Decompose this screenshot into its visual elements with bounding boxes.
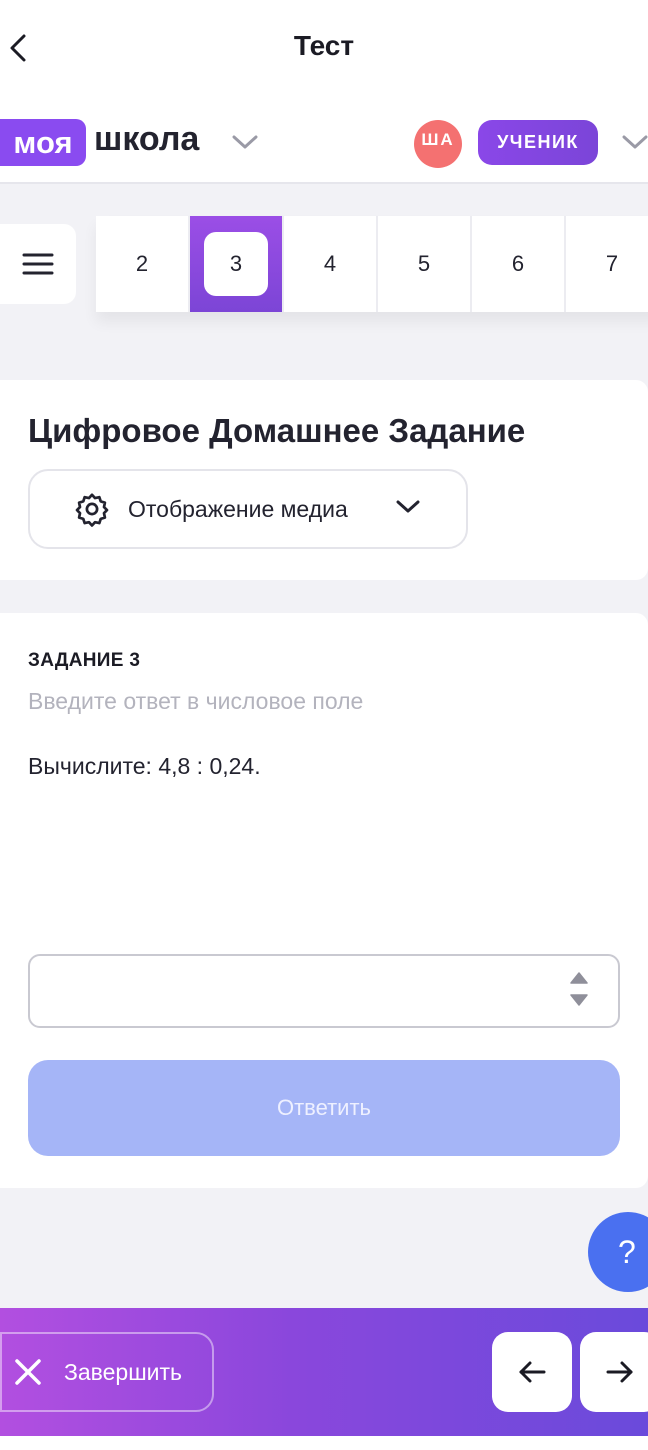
tab-label: 5 — [417, 251, 431, 276]
arrow-right-icon — [606, 1361, 633, 1383]
task-hint: Введите ответ в числовое поле — [28, 688, 364, 714]
brand-bar: моя школа ША УЧЕНИК — [0, 98, 648, 184]
tab-label: 6 — [511, 251, 525, 276]
tab-question-2[interactable]: 2 — [96, 216, 190, 312]
task-card: ЗАДАНИЕ 3 Введите ответ в числовое поле … — [0, 613, 648, 1188]
help-button[interactable]: ? — [588, 1212, 648, 1292]
tab-question-5[interactable]: 5 — [378, 216, 472, 312]
role-badge[interactable]: УЧЕНИК — [478, 120, 598, 165]
role-dropdown-toggle[interactable] — [622, 134, 648, 155]
tab-label: 7 — [605, 251, 619, 276]
gear-icon — [74, 491, 110, 527]
close-icon — [12, 1356, 44, 1388]
homework-card: Цифровое Домашнее Задание Отображение ме… — [0, 380, 648, 580]
tab-question-4[interactable]: 4 — [284, 216, 378, 312]
answer-input[interactable] — [30, 956, 618, 1026]
logo-shkola: школа — [94, 120, 200, 158]
tab-question-7[interactable]: 7 — [566, 216, 648, 312]
tab-label: 2 — [135, 251, 149, 276]
media-display-label: Отображение медиа — [128, 495, 348, 522]
task-question: Вычислите: 4,8 : 0,24. — [28, 753, 261, 779]
help-label: ? — [618, 1233, 636, 1270]
top-bar: Тест — [0, 0, 648, 98]
submit-answer-button[interactable]: Ответить — [28, 1060, 620, 1156]
chevron-down-icon — [232, 135, 258, 149]
arrow-left-icon — [519, 1361, 546, 1383]
page-title: Тест — [293, 30, 355, 61]
logo-moya: моя — [0, 119, 86, 166]
school-dropdown-toggle[interactable] — [232, 134, 258, 155]
homework-title: Цифровое Домашнее Задание — [28, 412, 526, 449]
finish-button[interactable]: Завершить — [0, 1332, 214, 1412]
tab-label: 4 — [323, 251, 337, 276]
task-label: ЗАДАНИЕ 3 — [28, 650, 141, 671]
triangle-up-icon[interactable] — [570, 972, 588, 984]
triangle-down-icon[interactable] — [570, 994, 588, 1006]
answer-field[interactable] — [28, 954, 620, 1028]
chevron-down-icon — [622, 135, 648, 149]
question-tabs: 2 3 4 5 6 7 — [96, 216, 648, 312]
avatar[interactable]: ША — [414, 120, 462, 168]
previous-question-button[interactable] — [492, 1332, 572, 1412]
bottom-bar: Завершить — [0, 1308, 648, 1436]
tab-label: 3 — [229, 251, 243, 276]
number-stepper[interactable] — [570, 972, 588, 1006]
home-indicator-area — [0, 1436, 648, 1450]
media-display-dropdown[interactable]: Отображение медиа — [28, 469, 468, 549]
finish-label: Завершить — [64, 1358, 183, 1385]
chevron-down-icon — [396, 499, 420, 515]
tab-question-6[interactable]: 6 — [472, 216, 566, 312]
next-question-button[interactable] — [580, 1332, 648, 1412]
hamburger-icon — [22, 253, 54, 275]
tab-question-3[interactable]: 3 — [190, 216, 284, 312]
menu-button[interactable] — [0, 224, 76, 304]
